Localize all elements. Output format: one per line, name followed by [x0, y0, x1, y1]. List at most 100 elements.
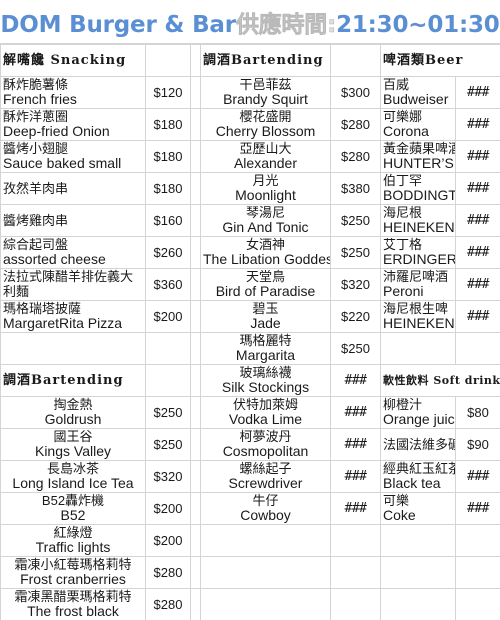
price-cell-left: $180 — [145, 140, 191, 173]
item-cell-mid: 琴湯尼 Gin And Tonic — [200, 204, 331, 237]
item-name-zh: 柯夢波丹 — [239, 429, 292, 445]
item-name-zh: 醬烤雞肉串 — [3, 212, 69, 228]
item-name-en: HUNTER’S — [383, 154, 454, 171]
item-cell-right: 艾丁格 ERDINGER — [380, 236, 456, 269]
item-name-zh: 可樂 — [383, 493, 410, 509]
item-cell-mid — [200, 588, 331, 620]
price-cell-mid: ### — [330, 396, 381, 429]
item-name-zh: 掏金熱 — [53, 397, 93, 413]
item-name-en: MargaretRita Pizza — [3, 314, 123, 331]
price-cell-mid — [330, 556, 381, 589]
item-cell-mid — [200, 556, 331, 589]
item-name-zh: 海尼根生啤 — [383, 301, 449, 317]
item-cell-right: 海尼根生啤 HEINEKEN — [380, 300, 456, 333]
item-cell-right: 可樂 Coke — [380, 492, 456, 525]
table-row: 掏金熱 Goldrush $250 伏特加萊姆 Vodka Lime ### 柳橙汁 Oran… — [0, 396, 500, 429]
item-cell-left: 酥炸脆薯條 French fries — [0, 76, 146, 109]
item-cell-mid: 櫻花盛開 Cherry Blossom — [200, 108, 331, 141]
item-name-zh: 經典紅玉紅茶 — [383, 461, 456, 477]
item-cell-right — [380, 556, 456, 589]
column-spacer — [190, 524, 201, 557]
section-header-bartending-mid: 調酒Bartending — [200, 44, 331, 77]
item-name-zh: 牛仔 — [252, 493, 279, 509]
table-row: B52轟炸機 B52 $200 牛仔 Cowboy ### 可樂 Coke ### — [0, 492, 500, 525]
item-name-en: Jade — [250, 314, 281, 331]
price-cell-right: ### — [454, 300, 500, 333]
item-cell-left — [0, 332, 146, 365]
item-name-zh: 百威 — [383, 77, 410, 93]
price-cell-right: ### — [454, 108, 500, 141]
item-cell-right: 經典紅玉紅茶 Black tea — [380, 460, 456, 493]
item-name-zh: 法國法維多礦泉水 — [383, 436, 455, 452]
item-cell-mid: 天堂鳥 Bird of Paradise — [200, 268, 331, 301]
column-spacer — [190, 428, 201, 461]
price-cell-right: ### — [454, 268, 500, 301]
item-name-zh: 長島冰茶 — [46, 461, 99, 477]
item-cell-left: 醬烤小翅腿 Sauce baked small — [0, 140, 146, 173]
item-name-en: Coke — [383, 506, 416, 523]
item-cell-left: 法拉式陳醋羊排佐義大利麵 — [0, 268, 146, 301]
item-name-en: Corona — [383, 122, 429, 139]
item-name-zh: 女酒神 — [245, 237, 285, 253]
item-cell-right: 百威 Budweiser — [380, 76, 456, 109]
item-name-zh: 酥炸洋蔥圈 — [3, 109, 69, 125]
item-cell-mid: 螺絲起子 Screwdriver — [200, 460, 331, 493]
item-name-zh: 霜凍黑醋栗瑪格莉特 — [14, 589, 132, 605]
price-cell-right: ### — [454, 460, 500, 493]
item-name-en: Vodka Lime — [228, 410, 303, 427]
item-name-en: Sauce baked small — [3, 154, 122, 171]
item-name-zh: 天堂鳥 — [245, 269, 285, 285]
item-name-en: Long Island Ice Tea — [12, 474, 134, 491]
column-spacer — [190, 396, 201, 429]
item-cell-mid: 玻璃絲襪 Silk Stockings — [200, 364, 331, 397]
item-name-en: The frost black — [27, 602, 119, 619]
item-name-zh: 孜然羊肉串 — [3, 180, 69, 196]
item-cell-right: 伯丁罕BODDINGTO — [380, 172, 456, 205]
price-cell-mid: $280 — [330, 108, 381, 141]
price-cell-right: ### — [454, 236, 500, 269]
item-name-en: assorted cheese — [3, 250, 106, 267]
item-cell-left: 國王谷 Kings Valley — [0, 428, 146, 461]
item-name-en: Alexander — [233, 154, 298, 171]
item-cell-left: B52轟炸機 B52 — [0, 492, 146, 525]
price-cell-right — [454, 588, 500, 620]
price-cell-left: $200 — [145, 300, 191, 333]
item-cell-right — [380, 588, 456, 620]
column-spacer — [190, 492, 201, 525]
column-spacer — [190, 268, 201, 301]
item-cell-mid: 月光 Moonlight — [200, 172, 331, 205]
item-cell-right: 柳橙汁 Orange juice — [380, 396, 456, 429]
item-name-en: French fries — [3, 90, 77, 107]
menu-title-bar: DOM Burger & Bar供應時間:21:30~01:30 — [0, 0, 500, 44]
price-cell-left: $200 — [145, 492, 191, 525]
item-cell-right: 可樂娜 Corona — [380, 108, 456, 141]
price-cell-left: $200 — [145, 524, 191, 557]
table-row: 紅綠燈 Traffic lights $200 — [0, 524, 500, 557]
item-cell-left: 掏金熱 Goldrush — [0, 396, 146, 429]
price-cell-left: $250 — [145, 396, 191, 429]
item-name-en: B52 — [60, 506, 86, 523]
item-name-en: Screwdriver — [228, 474, 303, 491]
table-row: 瑪格瑞塔披薩 MargaretRita Pizza $200 碧玉 Jade $220 海尼… — [0, 300, 500, 333]
item-cell-left: 酥炸洋蔥圈 Deep-fried Onion — [0, 108, 146, 141]
item-name-zh: 瑪格瑞塔披薩 — [3, 301, 82, 317]
column-spacer — [190, 204, 201, 237]
item-cell-mid — [200, 524, 331, 557]
item-name-zh: 醬烤小翅腿 — [3, 141, 69, 157]
item-name-zh: 瑪格麗特 — [239, 333, 292, 349]
table-row: 法拉式陳醋羊排佐義大利麵 $360 天堂鳥 Bird of Paradise $320 沛… — [0, 268, 500, 301]
item-name-zh: B52轟炸機 — [41, 493, 105, 509]
item-cell-mid: 亞歷山大 Alexander — [200, 140, 331, 173]
price-cell-right: $90 — [454, 428, 500, 461]
item-name-en: Budweiser — [383, 90, 449, 107]
item-name-zh: 可樂娜 — [383, 109, 423, 125]
item-name-zh: 櫻花盛開 — [239, 109, 292, 125]
item-name-en: Black tea — [383, 474, 441, 491]
table-row: 綜合起司盤 assorted cheese $260 女酒神 The Libation … — [0, 236, 500, 269]
item-cell-mid: 柯夢波丹 Cosmopolitan — [200, 428, 331, 461]
item-name-en: Moonlight — [235, 186, 296, 203]
item-cell-left: 醬烤雞肉串 — [0, 204, 146, 237]
hours-value: 21:30~01:30 — [336, 11, 500, 38]
price-cell-mid: $320 — [330, 268, 381, 301]
item-name-zh: 碧玉 — [252, 301, 279, 317]
